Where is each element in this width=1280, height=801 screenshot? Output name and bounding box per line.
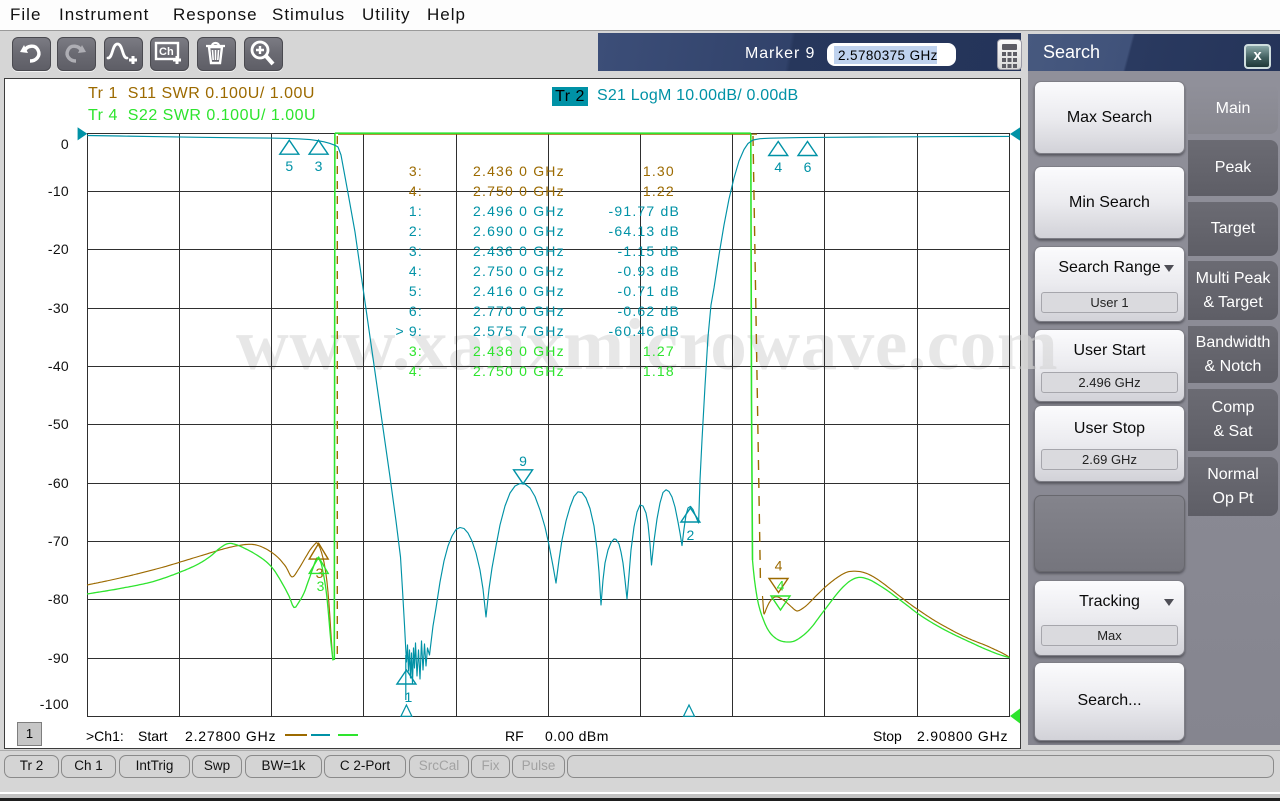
svg-text:Ch: Ch xyxy=(159,46,174,58)
